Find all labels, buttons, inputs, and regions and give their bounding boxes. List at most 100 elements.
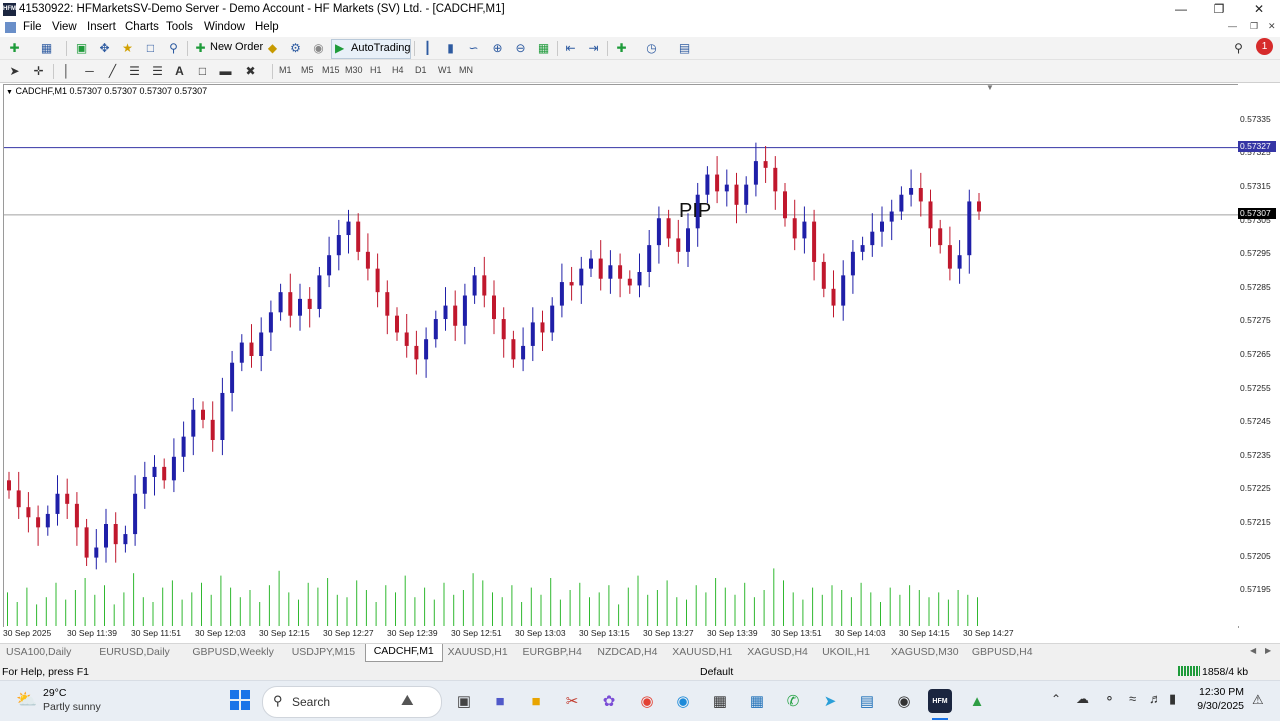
chart-tab[interactable]: USA100,Daily [6,646,71,658]
close-button[interactable]: ✕ [1240,0,1278,19]
menu-charts[interactable]: Charts [125,21,159,33]
chart-tab[interactable]: UKOIL,H1 [822,646,870,658]
price-axis[interactable]: 0.57335 0.57325 0.57315 0.57305 0.57295 0.572… [1238,84,1280,626]
vertical-line-icon[interactable]: │ [58,63,75,79]
telegram-icon[interactable]: ➤ [818,689,842,713]
signals-icon[interactable]: ⚙ [287,40,304,56]
menu-window[interactable]: Window [204,21,245,33]
templates-icon[interactable]: ▤ [676,40,693,56]
autotrading-button[interactable]: ▶ AutoTrading [331,39,411,59]
battery-icon[interactable]: ▮ [1169,691,1176,707]
edge-icon[interactable]: ◉ [671,689,695,713]
weather-icon[interactable]: ⛅ [16,690,37,710]
chart-window[interactable]: PIP ▼ [3,84,1239,628]
chart-tab[interactable]: XAUUSD,H1 [672,646,732,658]
timeframe-d1[interactable]: D1 [415,65,427,75]
chart-tab[interactable]: XAGUSD,H4 [747,646,808,658]
line-chart-icon[interactable]: ∽ [465,40,482,56]
show-hidden-icons[interactable]: ⌃ [1051,692,1061,706]
snipping-tool-icon[interactable]: ✂ [560,689,584,713]
onedrive-icon[interactable]: ☁ [1076,691,1089,707]
connection-status-icon[interactable] [1178,666,1200,676]
timeframe-h1[interactable]: H1 [370,65,382,75]
wifi-icon[interactable]: ≈ [1129,691,1136,706]
tabs-scroll-left-icon[interactable]: ◀ [1250,646,1256,655]
channel-icon[interactable]: ☰ [126,63,143,79]
chart-window-icon[interactable] [5,22,16,33]
menu-insert[interactable]: Insert [87,21,116,33]
store-icon[interactable]: ▦ [708,689,732,713]
notification-bell-icon[interactable]: ⚠ [1252,692,1264,708]
market-icon[interactable]: ◉ [310,40,327,56]
copilot-icon[interactable]: ✿ [597,689,621,713]
new-order-button[interactable]: New Order [210,41,263,53]
screen-recorder-icon[interactable]: ◉ [892,689,916,713]
mdi-minimize-icon[interactable]: — [1228,21,1237,31]
time-axis[interactable]: 30 Sep 2025 30 Sep 11:39 30 Sep 11:51 30 Se… [0,627,1238,643]
timeframe-w1[interactable]: W1 [438,65,452,75]
menu-help[interactable]: Help [255,21,279,33]
new-chart-icon[interactable]: ✚ [6,40,23,56]
candlestick-icon[interactable]: ▮ [442,40,459,56]
timeframe-m1[interactable]: M1 [279,65,292,75]
mdi-restore-icon[interactable]: ❐ [1250,21,1258,32]
teams-icon[interactable]: ■ [488,689,512,713]
new-order-icon[interactable]: ✚ [192,40,209,56]
tabs-scroll-right-icon[interactable]: ▶ [1265,646,1271,655]
metatrader-icon[interactable]: ▲ [965,689,989,713]
file-explorer-icon[interactable]: ■ [524,689,548,713]
mdi-close-icon[interactable]: ✕ [1268,21,1276,32]
text-label-icon[interactable]: □ [194,63,211,79]
chart-tab[interactable]: USDJPY,M15 [292,646,355,658]
chrome-icon[interactable]: ◉ [635,689,659,713]
menu-view[interactable]: View [52,21,77,33]
taskbar-search[interactable]: ⚲ Search ⛰ [262,686,442,718]
collapse-triangle-icon[interactable]: ▼ [6,89,13,96]
terminal-icon[interactable]: □ [142,40,159,56]
chart-tab[interactable]: EURGBP,H4 [523,646,582,658]
menu-file[interactable]: File [23,21,42,33]
strategy-tester-icon[interactable]: ⚲ [165,40,182,56]
timeframe-m15[interactable]: M15 [322,65,340,75]
timeframe-m5[interactable]: M5 [301,65,314,75]
timeframe-mn[interactable]: MN [459,65,473,75]
clock-time[interactable]: 12:30 PM [1198,686,1244,698]
chart-tab[interactable]: NZDCAD,H4 [597,646,657,658]
tile-windows-icon[interactable]: ▦ [535,40,552,56]
notepad-icon[interactable]: ▤ [855,689,879,713]
notifications-badge[interactable]: 1 [1256,38,1273,55]
task-view-icon[interactable]: ▣ [452,689,476,713]
cursor-icon[interactable]: ➤ [6,63,23,79]
trendline-icon[interactable]: ╱ [104,63,121,79]
data-window-icon[interactable]: ✥ [96,40,113,56]
autoscroll-icon[interactable]: ⇥ [585,40,602,56]
chart-tab[interactable]: EURUSD,Daily [99,646,170,658]
shapes-dropdown-icon[interactable]: ✖ [242,63,259,79]
indicators-icon[interactable]: ✚ [613,40,630,56]
whatsapp-icon[interactable]: ✆ [781,689,805,713]
minimize-button[interactable]: — [1162,0,1200,19]
chart-tab[interactable]: XAGUSD,M30 [891,646,959,658]
calculator-icon[interactable]: ▦ [745,689,769,713]
start-button[interactable] [230,690,250,710]
arrow-icon[interactable]: ▬ [217,63,234,79]
horizontal-line-icon[interactable]: ─ [81,63,98,79]
hfm-terminal-icon[interactable]: HFM [928,689,952,713]
periods-icon[interactable]: ◷ [643,40,660,56]
chart-tab[interactable]: GBPUSD,Weekly [192,646,274,658]
chart-shift-icon[interactable]: ⇤ [562,40,579,56]
market-watch-icon[interactable]: ▣ [73,40,90,56]
search-icon[interactable]: ⚲ [1230,40,1247,56]
navigator-icon[interactable]: ★ [119,40,136,56]
chart-tab[interactable]: GBPUSD,H4 [972,646,1033,658]
microphone-icon[interactable]: ⚬ [1104,691,1115,707]
timeframe-m30[interactable]: M30 [345,65,363,75]
price-chart[interactable] [4,85,1238,627]
metaeditor-icon[interactable]: ◆ [264,40,281,56]
profiles-icon[interactable]: ▦ [38,40,55,56]
chart-tab[interactable]: CADCHF,M1 [364,644,443,662]
text-icon[interactable]: A [171,63,188,79]
bar-chart-icon[interactable]: ┃ [419,40,436,56]
fibonacci-icon[interactable]: ☰ [149,63,166,79]
volume-icon[interactable]: ♬ [1149,691,1162,706]
